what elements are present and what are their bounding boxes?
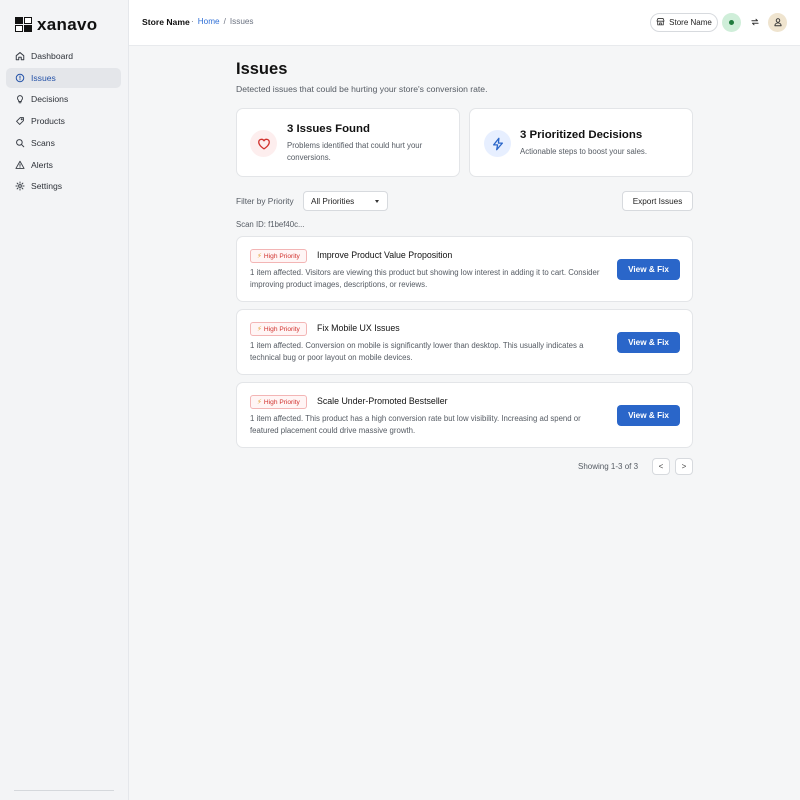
chevron-down-icon	[375, 200, 379, 203]
alert-circle-icon	[15, 73, 25, 83]
issue-card: ⚡ High Priority Scale Under-Promoted Bes…	[236, 382, 693, 448]
logo-text: xanavo	[37, 15, 98, 34]
sidebar: xanavo Dashboard Issues Decisions Produc…	[0, 0, 129, 800]
sidebar-item-label: Products	[31, 116, 65, 127]
pagination-summary: Showing 1-3 of 3	[578, 462, 639, 471]
badge-label: High Priority	[263, 398, 300, 406]
sidebar-item-label: Issues	[31, 72, 56, 83]
badge-label: High Priority	[263, 252, 300, 260]
home-icon	[15, 51, 25, 61]
scan-id: Scan ID: f1bef40c...	[236, 220, 305, 229]
view-fix-button[interactable]: View & Fix	[617, 259, 680, 280]
heart-icon	[250, 130, 277, 157]
issue-card: ⚡ High Priority Fix Mobile UX Issues 1 i…	[236, 309, 693, 375]
view-fix-button[interactable]: View & Fix	[617, 405, 680, 426]
stat-description: Problems identified that could hurt your…	[287, 141, 423, 162]
sidebar-item-label: Decisions	[31, 94, 69, 105]
sidebar-item-alerts[interactable]: Alerts	[6, 154, 121, 174]
next-page-button[interactable]: >	[675, 458, 693, 475]
sync-button[interactable]	[746, 14, 763, 31]
sidebar-item-label: Dashboard	[31, 51, 74, 62]
filter-selected-value: All Priorities	[311, 196, 355, 206]
stat-title: 3 Issues Found	[287, 123, 370, 135]
tag-icon	[15, 116, 25, 126]
store-icon	[656, 17, 665, 28]
store-button-label: Store Name	[669, 18, 712, 27]
sidebar-item-scans[interactable]: Scans	[6, 133, 121, 153]
bolt-icon: ⚡	[257, 326, 262, 333]
sidebar-nav: Dashboard Issues Decisions Products Scan…	[6, 46, 121, 198]
lightning-icon	[484, 130, 511, 157]
page-title: Issues	[236, 60, 288, 78]
sync-icon	[750, 14, 760, 32]
sidebar-item-issues[interactable]: Issues	[6, 67, 121, 88]
status-dot-icon	[729, 20, 734, 25]
issue-description: 1 item affected. Conversion on mobile is…	[250, 341, 584, 363]
logo-mark-icon	[15, 17, 33, 33]
breadcrumb-slash: /	[223, 17, 226, 26]
issue-description: 1 item affected. This product has a high…	[250, 414, 581, 436]
gear-icon	[15, 181, 25, 191]
priority-badge: ⚡ High Priority	[250, 249, 307, 263]
issues-found-card: 3 Issues Found Problems identified that …	[236, 108, 460, 177]
previous-page-button[interactable]: <	[652, 458, 670, 475]
breadcrumb: · Home / Issues	[191, 17, 254, 26]
top-header: Store Name · Home / Issues Store Name	[129, 0, 800, 46]
sidebar-item-settings[interactable]: Settings	[6, 176, 121, 196]
bolt-icon: ⚡	[257, 253, 262, 260]
connection-status-indicator[interactable]	[722, 13, 741, 32]
sidebar-divider	[14, 790, 114, 791]
issue-title: Scale Under-Promoted Bestseller	[317, 396, 448, 406]
filter-label: Filter by Priority	[236, 196, 294, 206]
bolt-icon: ⚡	[257, 399, 262, 406]
view-fix-button[interactable]: View & Fix	[617, 332, 680, 353]
sidebar-item-label: Scans	[31, 137, 55, 148]
sidebar-item-products[interactable]: Products	[6, 111, 121, 131]
stat-title: 3 Prioritized Decisions	[520, 129, 643, 141]
issue-description: 1 item affected. Visitors are viewing th…	[250, 268, 600, 290]
sidebar-item-decisions[interactable]: Decisions	[6, 89, 121, 109]
priority-badge: ⚡ High Priority	[250, 395, 307, 409]
breadcrumb-current: Issues	[229, 17, 254, 26]
logo[interactable]: xanavo	[15, 15, 97, 35]
search-icon	[15, 138, 25, 148]
issue-title: Fix Mobile UX Issues	[317, 323, 400, 333]
issue-card: ⚡ High Priority Improve Product Value Pr…	[236, 236, 693, 302]
sidebar-item-label: Settings	[31, 181, 63, 192]
badge-label: High Priority	[263, 325, 300, 333]
store-title: Store Name	[142, 17, 190, 27]
sidebar-item-label: Alerts	[31, 159, 53, 170]
prioritized-decisions-card: 3 Prioritized Decisions Actionable steps…	[469, 108, 693, 177]
store-selector-button[interactable]: Store Name	[650, 13, 718, 32]
issue-title: Improve Product Value Proposition	[317, 250, 453, 260]
user-avatar[interactable]	[768, 13, 787, 32]
user-icon	[773, 14, 783, 32]
priority-badge: ⚡ High Priority	[250, 322, 307, 336]
priority-filter-select[interactable]: All Priorities	[303, 191, 388, 211]
export-issues-button[interactable]: Export Issues	[622, 191, 693, 211]
breadcrumb-home-link[interactable]: Home	[198, 17, 220, 26]
sidebar-item-dashboard[interactable]: Dashboard	[6, 46, 121, 66]
warning-triangle-icon	[15, 160, 25, 170]
breadcrumb-separator: ·	[191, 17, 194, 26]
lightbulb-icon	[15, 94, 25, 104]
page-subtitle: Detected issues that could be hurting yo…	[236, 84, 488, 94]
stat-description: Actionable steps to boost your sales.	[520, 147, 647, 156]
